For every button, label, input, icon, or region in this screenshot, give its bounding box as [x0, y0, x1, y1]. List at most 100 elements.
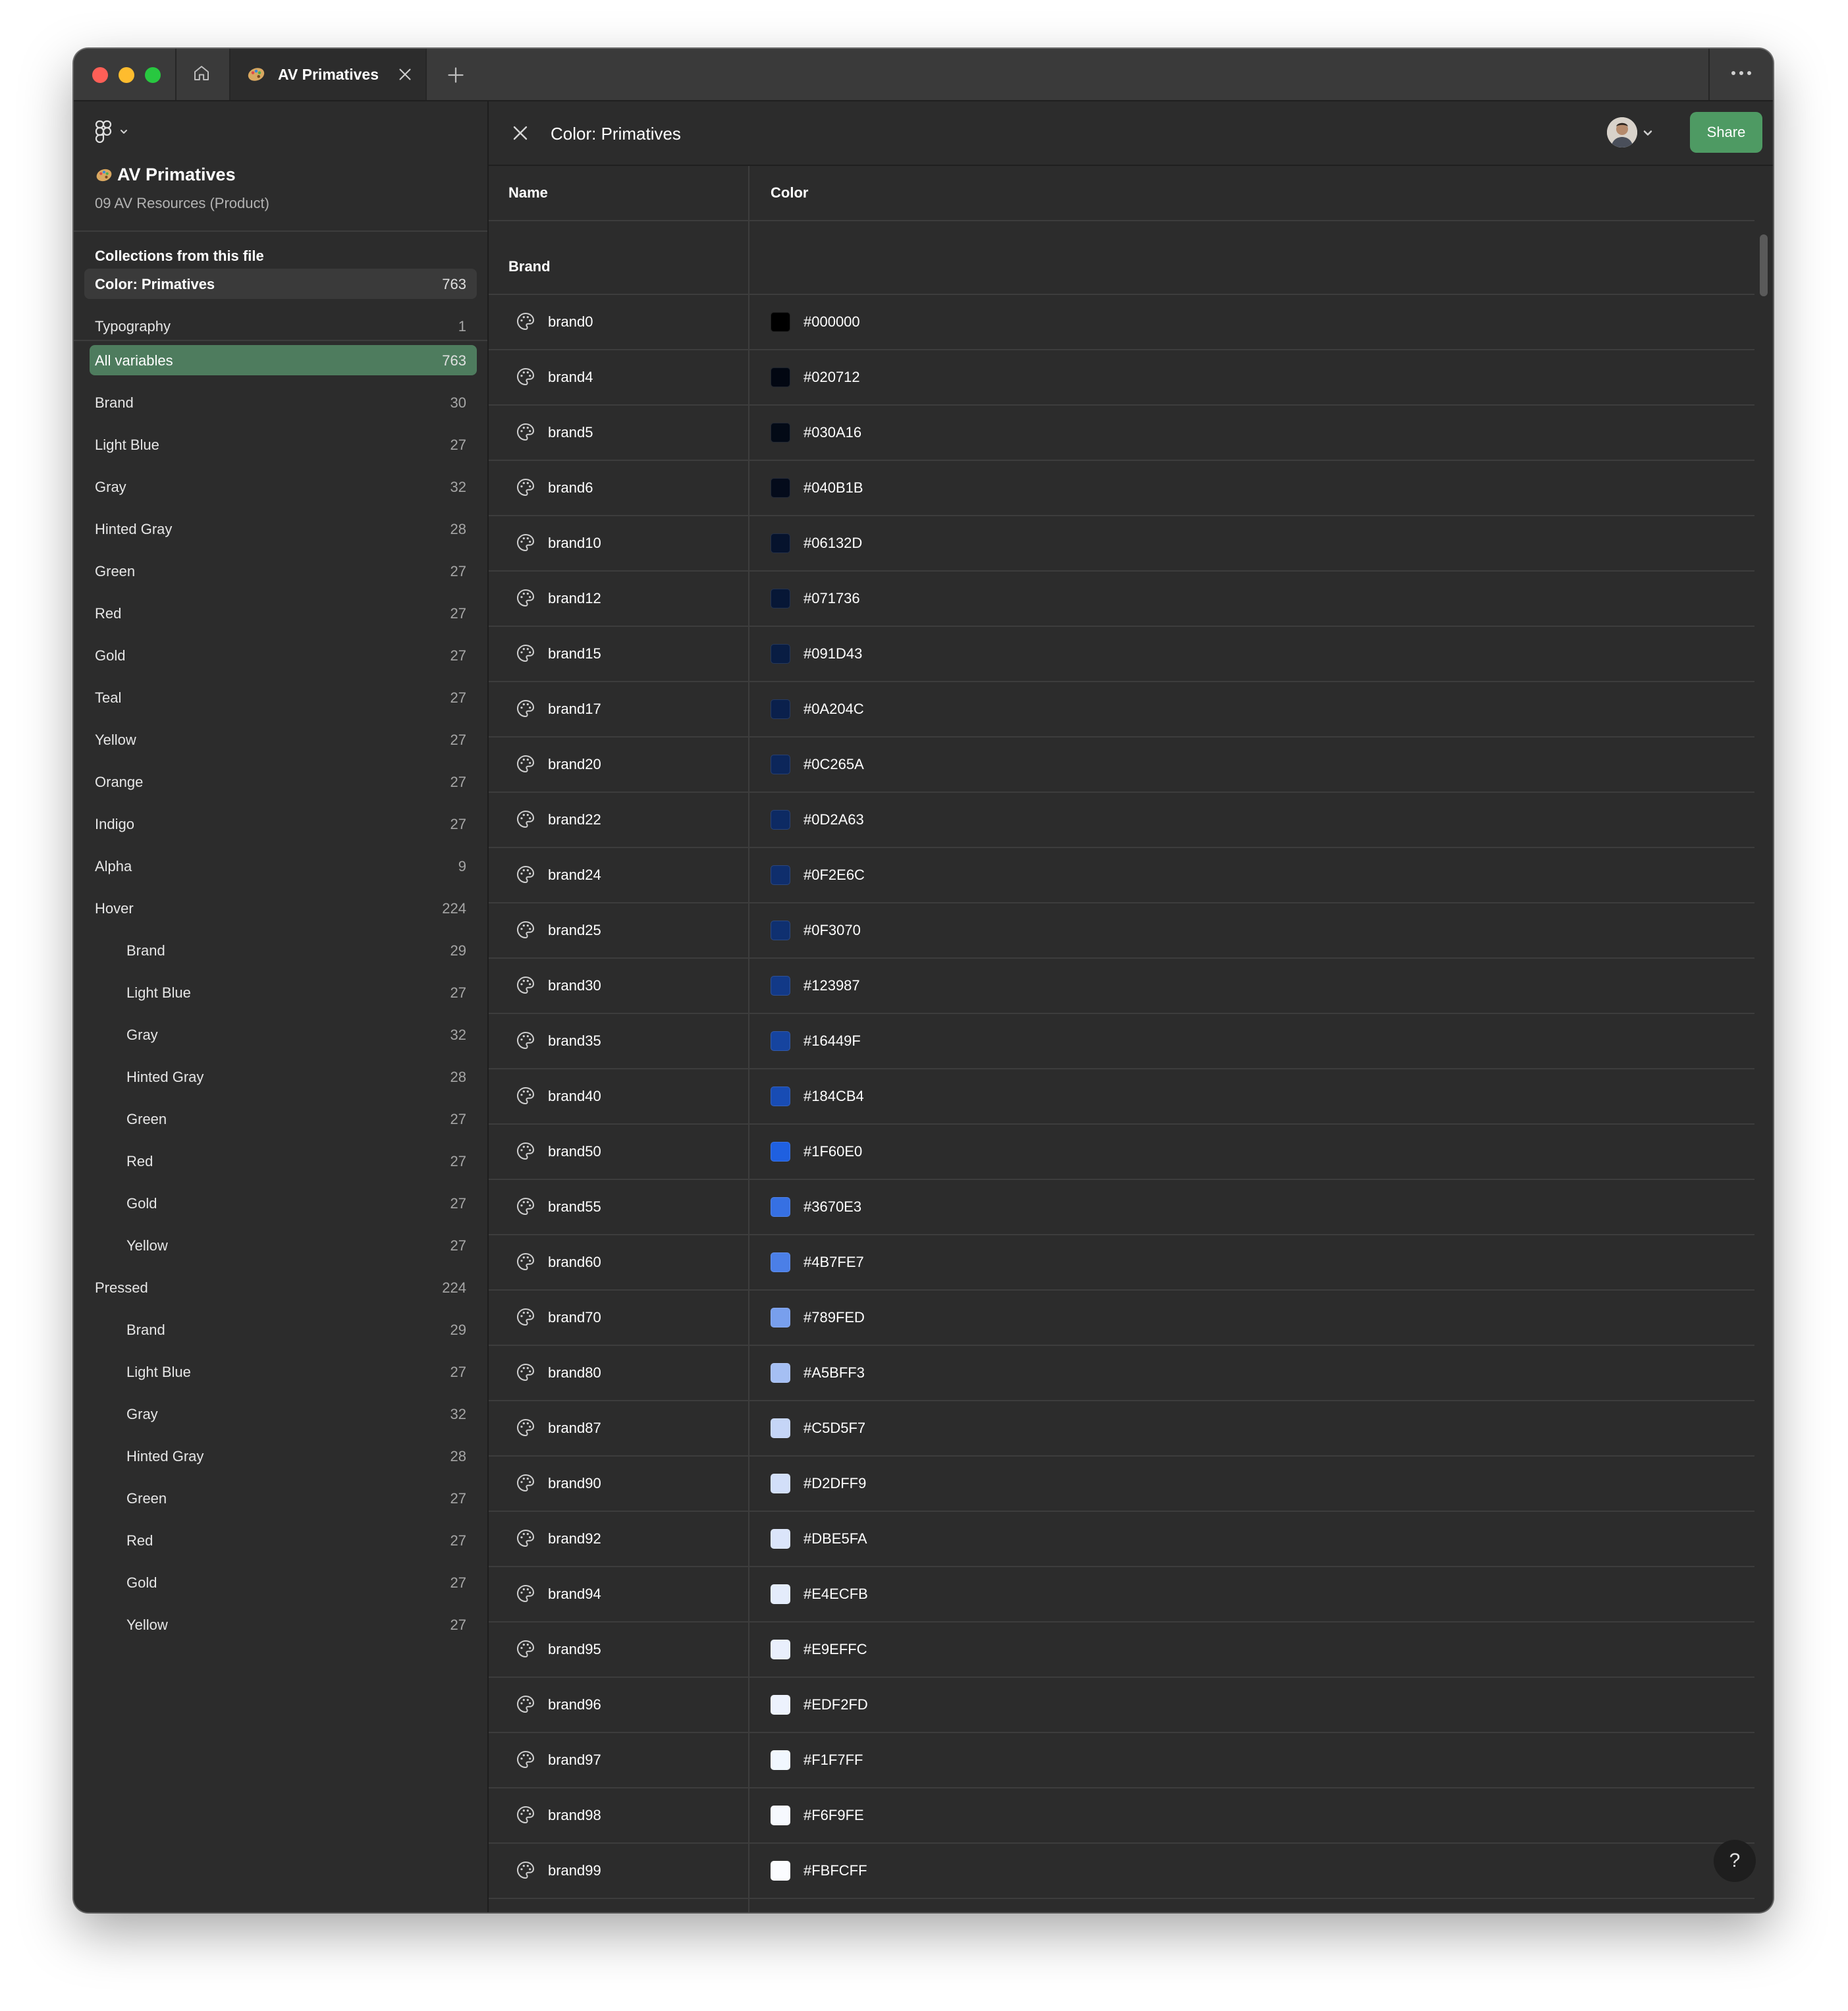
variable-name[interactable]: brand80	[548, 1364, 601, 1381]
new-tab-button[interactable]	[444, 63, 468, 87]
color-swatch[interactable]	[771, 478, 790, 498]
variable-name[interactable]: brand24	[548, 867, 601, 884]
table-row[interactable]: brand98 #F6F9FE	[489, 1788, 1754, 1844]
variable-name[interactable]: brand4	[548, 369, 593, 386]
color-swatch[interactable]	[771, 1695, 790, 1715]
color-value[interactable]: #0C265A	[803, 756, 864, 773]
variable-group-item[interactable]: Alpha 9	[84, 851, 477, 881]
color-value[interactable]: #A5BFF3	[803, 1364, 865, 1381]
color-value[interactable]: #030A16	[803, 424, 861, 441]
color-value[interactable]: #DBE5FA	[803, 1530, 867, 1547]
variable-name[interactable]: brand30	[548, 977, 601, 994]
close-panel-button[interactable]	[508, 121, 532, 145]
table-row[interactable]: brand24 #0F2E6C	[489, 848, 1754, 903]
table-row[interactable]: brand94 #E4ECFB	[489, 1567, 1754, 1622]
variable-group-item[interactable]: Yellow 27	[84, 1230, 477, 1260]
avatar[interactable]	[1607, 117, 1637, 147]
table-row[interactable]: brand30 #123987	[489, 959, 1754, 1014]
variable-group-item[interactable]: All variables 763	[90, 345, 477, 375]
variable-group-item[interactable]: Green 27	[84, 1104, 477, 1134]
variable-group-item[interactable]: Yellow 27	[84, 724, 477, 755]
color-value[interactable]: #091D43	[803, 645, 862, 662]
color-swatch[interactable]	[771, 699, 790, 719]
variable-name[interactable]: brand50	[548, 1143, 601, 1160]
variable-group-item[interactable]: Brand 30	[84, 387, 477, 417]
color-value[interactable]: #000000	[803, 313, 860, 331]
help-button[interactable]: ?	[1714, 1840, 1756, 1882]
table-row[interactable]: brand40 #184CB4	[489, 1069, 1754, 1125]
share-button[interactable]: Share	[1690, 112, 1762, 153]
table-row[interactable]: brand96 #EDF2FD	[489, 1678, 1754, 1733]
variable-group-item[interactable]: Green 27	[84, 1483, 477, 1513]
variable-name[interactable]: brand20	[548, 756, 601, 773]
variable-name[interactable]: brand96	[548, 1696, 601, 1713]
window-close-button[interactable]	[92, 67, 108, 83]
color-swatch[interactable]	[771, 810, 790, 830]
collection-item[interactable]: Color: Primatives 763	[84, 269, 477, 299]
variable-name[interactable]: brand10	[548, 535, 601, 552]
variable-group-item[interactable]: Red 27	[84, 1146, 477, 1176]
color-value[interactable]: #789FED	[803, 1309, 865, 1326]
column-header-color[interactable]: Color	[771, 184, 808, 201]
variable-group-item[interactable]: Gray 32	[84, 1019, 477, 1050]
color-value[interactable]: #06132D	[803, 535, 862, 552]
variable-group-item[interactable]: Brand 29	[84, 935, 477, 965]
color-swatch[interactable]	[771, 644, 790, 664]
color-value[interactable]: #4B7FE7	[803, 1254, 864, 1271]
color-swatch[interactable]	[771, 533, 790, 553]
variable-name[interactable]: brand94	[548, 1586, 601, 1603]
color-value[interactable]: #1F60E0	[803, 1143, 862, 1160]
variable-group-item[interactable]: Gold 27	[84, 1188, 477, 1218]
table-row[interactable]: brand97 #F1F7FF	[489, 1733, 1754, 1788]
variable-group-item[interactable]: Brand 29	[84, 1314, 477, 1345]
color-swatch[interactable]	[771, 1308, 790, 1327]
color-swatch[interactable]	[771, 1363, 790, 1383]
variable-name[interactable]: brand6	[548, 479, 593, 496]
home-button[interactable]	[187, 61, 216, 88]
table-row[interactable]: brand60 #4B7FE7	[489, 1235, 1754, 1291]
table-row[interactable]: brand95 #E9EFFC	[489, 1622, 1754, 1678]
variable-name[interactable]: brand60	[548, 1254, 601, 1271]
color-value[interactable]: #0F2E6C	[803, 867, 865, 884]
color-value[interactable]: #D2DFF9	[803, 1475, 866, 1492]
color-swatch[interactable]	[771, 1086, 790, 1106]
variable-group-item[interactable]: Teal 27	[84, 682, 477, 712]
variable-name[interactable]: brand55	[548, 1198, 601, 1216]
tab-close-icon[interactable]	[395, 65, 415, 84]
color-swatch[interactable]	[771, 589, 790, 608]
color-swatch[interactable]	[771, 921, 790, 940]
table-row[interactable]: brand80 #A5BFF3	[489, 1346, 1754, 1401]
table-row[interactable]: brand15 #091D43	[489, 627, 1754, 682]
table-row[interactable]: brand20 #0C265A	[489, 737, 1754, 793]
color-value[interactable]: #071736	[803, 590, 860, 607]
variable-group-item[interactable]: Gray 32	[84, 1399, 477, 1429]
variable-group-item[interactable]: Light Blue 27	[84, 977, 477, 1007]
table-row[interactable]: brand100#FFFFFF	[489, 1899, 1754, 1912]
variable-name[interactable]: brand25	[548, 922, 601, 939]
table-row[interactable]: brand70 #789FED	[489, 1291, 1754, 1346]
color-value[interactable]: #E4ECFB	[803, 1586, 868, 1603]
color-value[interactable]: #040B1B	[803, 479, 863, 496]
variable-group-item[interactable]: Green 27	[84, 556, 477, 586]
variable-name[interactable]: brand22	[548, 811, 601, 828]
variable-name[interactable]: brand5	[548, 424, 593, 441]
color-value[interactable]: #EDF2FD	[803, 1696, 868, 1713]
variable-group-item[interactable]: Light Blue 27	[84, 429, 477, 460]
color-value[interactable]: #0F3070	[803, 922, 861, 939]
table-row[interactable]: brand6 #040B1B	[489, 461, 1754, 516]
variable-name[interactable]: brand40	[548, 1088, 601, 1105]
color-swatch[interactable]	[771, 1142, 790, 1162]
color-swatch[interactable]	[771, 1197, 790, 1217]
variable-group-item[interactable]: Hinted Gray 28	[84, 1441, 477, 1471]
variable-name[interactable]: brand99	[548, 1862, 601, 1879]
variable-name[interactable]: brand98	[548, 1807, 601, 1824]
table-row[interactable]: brand92 #DBE5FA	[489, 1512, 1754, 1567]
color-swatch[interactable]	[771, 1640, 790, 1659]
scrollbar-thumb[interactable]	[1760, 234, 1768, 296]
color-value[interactable]: #020712	[803, 369, 860, 386]
variable-group-item[interactable]: Hinted Gray 28	[84, 1061, 477, 1092]
variable-name[interactable]: brand90	[548, 1475, 601, 1492]
color-swatch[interactable]	[771, 755, 790, 774]
variable-group-item[interactable]: Hinted Gray 28	[84, 514, 477, 544]
color-swatch[interactable]	[771, 423, 790, 442]
